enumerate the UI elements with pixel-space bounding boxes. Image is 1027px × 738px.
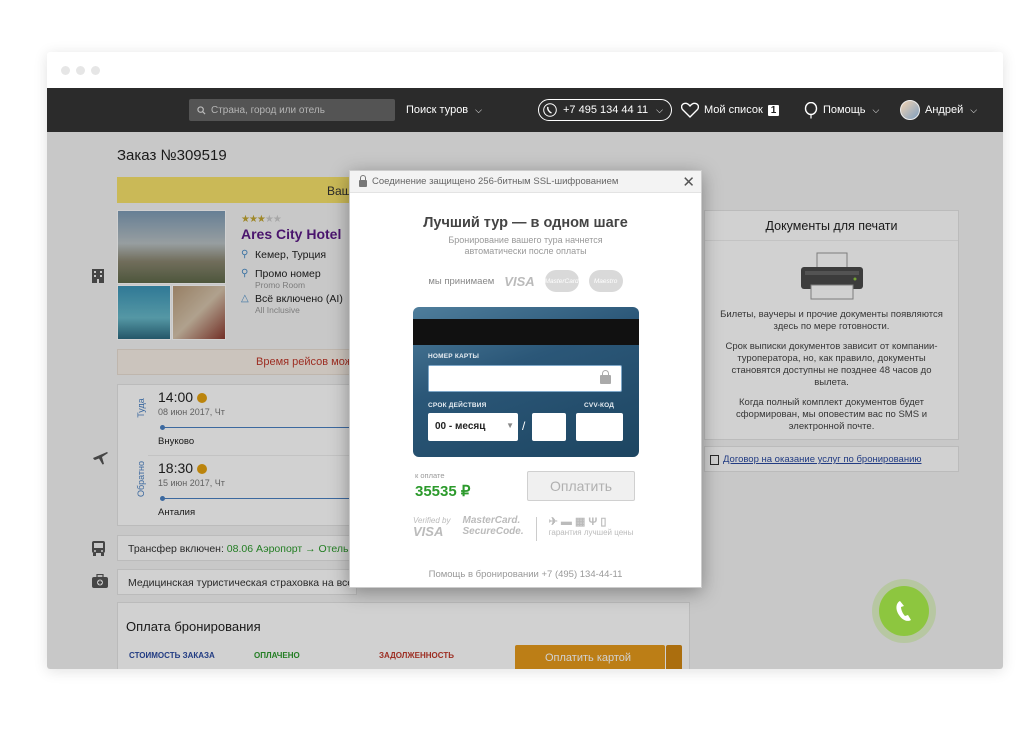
tours-menu-label: Поиск туров <box>406 104 469 116</box>
pay-button[interactable]: Оплатить <box>527 471 635 501</box>
securecode-text: SecureCode. <box>462 526 524 537</box>
booking-help-text: Помощь в бронировании +7 (495) 134-44-11 <box>428 569 623 580</box>
cvv-label: CVV-КОД <box>584 402 615 409</box>
magnetic-stripe <box>413 319 639 345</box>
payment-modal: Соединение защищено 256-битным SSL-шифро… <box>349 170 702 588</box>
dropdown-arrow-icon: ▼ <box>506 421 514 430</box>
balloon-icon <box>804 101 818 118</box>
accepted-cards: мы принимаем VISA MasterCard Maestro <box>350 270 701 292</box>
browser-window: Поиск туров ⌵ +7 495 134 44 11 ⌵ Мой спи… <box>47 52 1003 669</box>
expiry-separator: / <box>522 419 526 433</box>
search-input[interactable] <box>211 104 381 116</box>
chevron-down-icon: ⌵ <box>970 104 978 115</box>
card-number-field[interactable] <box>428 365 622 392</box>
chevron-down-icon: ⌵ <box>872 104 880 115</box>
tours-menu[interactable]: Поиск туров ⌵ <box>406 88 482 132</box>
card-number-input[interactable] <box>429 366 589 391</box>
cvv-field[interactable] <box>576 413 623 441</box>
expiry-year-field[interactable] <box>532 413 566 441</box>
mastercard-logo-icon: MasterCard <box>544 270 579 292</box>
chevron-down-icon: ⌵ <box>656 104 663 115</box>
top-navbar: Поиск туров ⌵ +7 495 134 44 11 ⌵ Мой спи… <box>47 88 1003 132</box>
ssl-text: Соединение защищено 256-битным SSL-шифро… <box>372 176 619 187</box>
best-price-text: гарантия лучшей цены <box>548 528 634 537</box>
help-label: Помощь <box>823 104 866 116</box>
expiry-month-select[interactable]: 00 - месяц ▼ <box>428 413 518 441</box>
wishlist-label: Мой список <box>704 104 763 116</box>
phone-number: +7 495 134 44 11 <box>563 104 649 116</box>
expiry-month-value: 00 - месяц <box>435 421 486 432</box>
search-icon <box>197 105 206 115</box>
modal-title: Лучший тур — в одном шаге <box>423 215 628 231</box>
modal-subtitle: Бронирование вашего тура начнется автома… <box>448 235 603 256</box>
wishlist-menu[interactable]: Мой список 1 <box>681 88 780 132</box>
best-price-badge: ✈ ▬ ▦ Ψ ▯ гарантия лучшей цены <box>549 515 634 537</box>
to-pay-label: к оплате <box>415 471 445 480</box>
card-form: НОМЕР КАРТЫ СРОК ДЕЙСТВИЯ CVV-КОД 00 - м… <box>413 307 639 457</box>
chevron-down-icon: ⌵ <box>475 104 482 115</box>
help-menu[interactable]: Помощь ⌵ <box>804 88 879 132</box>
window-dot-icon <box>61 66 70 75</box>
search-box[interactable] <box>189 99 395 121</box>
accept-label: мы принимаем <box>428 275 495 287</box>
travel-icons: ✈ ▬ ▦ Ψ ▯ <box>548 516 607 528</box>
call-button[interactable] <box>879 586 929 636</box>
verified-by-visa-badge: Verified by VISA <box>413 515 451 539</box>
close-icon[interactable]: ✕ <box>682 173 695 191</box>
padlock-icon <box>600 370 611 384</box>
security-badges: Verified by VISA MasterCard. SecureCode.… <box>413 515 633 541</box>
maestro-logo-icon: Maestro <box>588 270 623 292</box>
user-name: Андрей <box>925 104 964 116</box>
mastercard-securecode-badge: MasterCard. SecureCode. <box>463 515 524 537</box>
phone-icon <box>543 103 557 117</box>
browser-chrome <box>47 52 1003 88</box>
user-menu[interactable]: Андрей ⌵ <box>900 88 977 132</box>
heart-icon <box>681 102 699 118</box>
phone-menu[interactable]: +7 495 134 44 11 ⌵ <box>538 88 672 132</box>
window-dot-icon <box>76 66 85 75</box>
lock-icon <box>359 174 367 187</box>
card-number-label: НОМЕР КАРТЫ <box>428 353 480 360</box>
mastercard-text: MasterCard. <box>462 515 521 526</box>
visa-logo-icon: VISA <box>504 273 535 289</box>
avatar <box>900 100 920 120</box>
ssl-bar: Соединение защищено 256-битным SSL-шифро… <box>350 171 701 193</box>
wishlist-count-badge: 1 <box>767 104 780 116</box>
verified-visa-text: VISA <box>413 524 444 539</box>
window-dot-icon <box>91 66 100 75</box>
phone-icon <box>896 601 911 621</box>
divider <box>535 517 537 541</box>
pay-button-label: Оплатить <box>549 478 613 494</box>
to-pay-amount: 35535 ₽ <box>415 483 471 500</box>
expiry-label: СРОК ДЕЙСТВИЯ <box>428 402 487 409</box>
